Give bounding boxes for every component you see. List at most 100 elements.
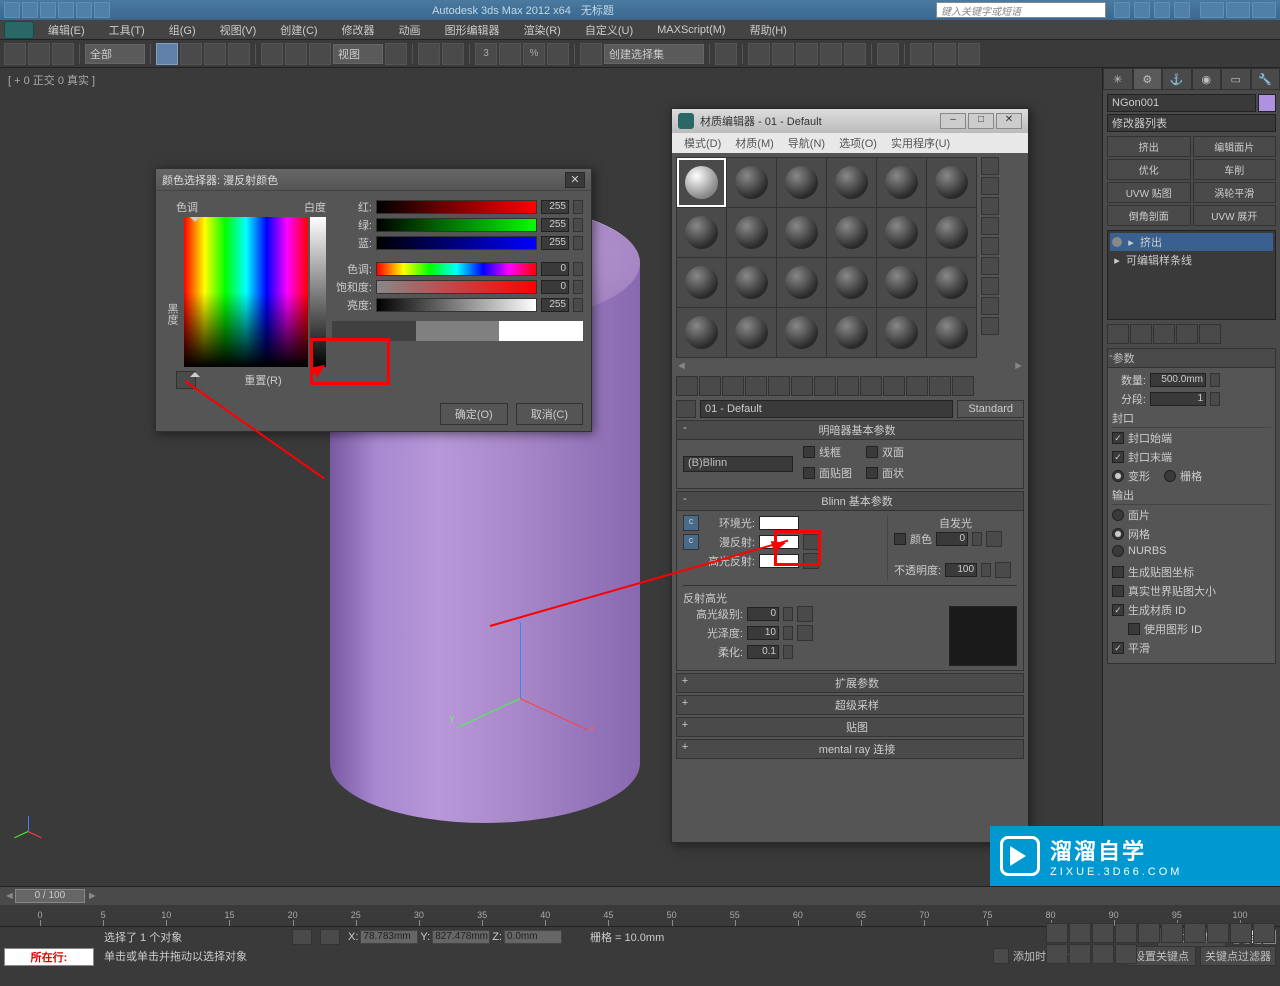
blue-slider[interactable] bbox=[376, 236, 537, 250]
key-mode-icon[interactable] bbox=[1161, 923, 1183, 943]
realworld-checkbox[interactable] bbox=[1112, 585, 1124, 597]
qat-redo-icon[interactable] bbox=[76, 2, 92, 18]
menu-create[interactable]: 创建(C) bbox=[270, 20, 327, 40]
amount-spinner[interactable] bbox=[1210, 373, 1220, 387]
x-coord-field[interactable]: 78.783mm bbox=[360, 930, 418, 944]
hue-value[interactable]: 0 bbox=[541, 262, 569, 276]
ambient-lock-icon[interactable]: c bbox=[683, 515, 699, 531]
edit-named-sel-icon[interactable] bbox=[580, 43, 602, 65]
reset-button[interactable]: 重置(R) bbox=[200, 372, 326, 388]
blinn-rollout-header[interactable]: -Blinn 基本参数 bbox=[676, 491, 1024, 511]
create-tab-icon[interactable]: ✳ bbox=[1103, 68, 1133, 90]
menu-rendering[interactable]: 渲染(R) bbox=[514, 20, 571, 40]
green-value[interactable]: 255 bbox=[541, 218, 569, 232]
assign-icon[interactable] bbox=[722, 376, 744, 396]
menu-modifiers[interactable]: 修改器 bbox=[332, 20, 385, 40]
faceted-checkbox[interactable] bbox=[866, 467, 878, 479]
material-name-combo[interactable]: 01 - Default bbox=[700, 400, 953, 418]
mod-lathe-button[interactable]: 车削 bbox=[1193, 159, 1277, 180]
material-slot[interactable] bbox=[877, 208, 926, 257]
render-setup-icon[interactable] bbox=[910, 43, 932, 65]
material-slot[interactable] bbox=[777, 308, 826, 357]
angle-snap-icon[interactable] bbox=[499, 43, 521, 65]
gloss-value[interactable]: 10 bbox=[747, 626, 779, 640]
link-icon[interactable] bbox=[4, 43, 26, 65]
goto-end-icon[interactable] bbox=[1138, 923, 1160, 943]
amount-value[interactable]: 500.0mm bbox=[1150, 373, 1206, 387]
material-slot[interactable] bbox=[777, 158, 826, 207]
material-editor-icon[interactable] bbox=[877, 43, 899, 65]
nav-zoom-icon[interactable] bbox=[1207, 923, 1229, 943]
graphite-icon[interactable] bbox=[796, 43, 818, 65]
menu-animation[interactable]: 动画 bbox=[389, 20, 431, 40]
qat-undo-icon[interactable] bbox=[58, 2, 74, 18]
select-name-icon[interactable] bbox=[180, 43, 202, 65]
isolate-icon[interactable] bbox=[320, 929, 340, 945]
material-slot[interactable] bbox=[677, 308, 726, 357]
ref-coord-combo[interactable]: 视图 bbox=[333, 44, 383, 64]
show-map-icon[interactable] bbox=[860, 376, 882, 396]
mirror-icon[interactable] bbox=[715, 43, 737, 65]
go-parent-icon[interactable] bbox=[906, 376, 928, 396]
material-slot[interactable] bbox=[827, 158, 876, 207]
display-tab-icon[interactable]: ▭ bbox=[1221, 68, 1251, 90]
material-slot[interactable] bbox=[677, 208, 726, 257]
select-icon[interactable] bbox=[156, 43, 178, 65]
material-slot[interactable] bbox=[927, 308, 976, 357]
material-slot[interactable] bbox=[777, 258, 826, 307]
mat-maximize-icon[interactable]: □ bbox=[968, 113, 994, 129]
lock-selection-icon[interactable] bbox=[292, 929, 312, 945]
menu-tools[interactable]: 工具(T) bbox=[99, 20, 155, 40]
mray-rollout-header[interactable]: +mental ray 连接 bbox=[676, 739, 1024, 759]
segs-spinner[interactable] bbox=[1210, 392, 1220, 406]
speclevel-spinner[interactable] bbox=[783, 607, 793, 621]
motion-tab-icon[interactable]: ◉ bbox=[1192, 68, 1222, 90]
selfillum-map-button[interactable] bbox=[986, 531, 1002, 547]
opacity-map-button[interactable] bbox=[995, 562, 1011, 578]
2sided-checkbox[interactable] bbox=[866, 446, 878, 458]
put-to-scene-icon[interactable] bbox=[699, 376, 721, 396]
specular-map-button[interactable] bbox=[803, 553, 819, 569]
utilities-tab-icon[interactable]: 🔧 bbox=[1251, 68, 1280, 90]
mat-id-icon[interactable] bbox=[837, 376, 859, 396]
manipulate-icon[interactable] bbox=[418, 43, 440, 65]
sample-type-icon[interactable] bbox=[981, 157, 999, 175]
diffuse-lock-icon[interactable]: c bbox=[683, 534, 699, 550]
viewport[interactable]: [ + 0 正交 0 真实 ] z x y 颜色选择器: 漫反射颜色 ✕ 黑度 bbox=[0, 68, 1102, 886]
object-name-field[interactable]: NGon001 bbox=[1107, 94, 1256, 112]
options-icon[interactable] bbox=[981, 277, 999, 295]
stack-item[interactable]: ▸挤出 bbox=[1110, 233, 1273, 251]
video-check-icon[interactable] bbox=[981, 237, 999, 255]
selfillum-value[interactable]: 0 bbox=[936, 532, 968, 546]
qat-open-icon[interactable] bbox=[22, 2, 38, 18]
prev-frame-icon[interactable] bbox=[1069, 923, 1091, 943]
material-slot[interactable] bbox=[777, 208, 826, 257]
star-icon[interactable] bbox=[1154, 2, 1170, 18]
percent-snap-icon[interactable]: % bbox=[523, 43, 545, 65]
material-slot[interactable] bbox=[727, 258, 776, 307]
move-icon[interactable] bbox=[261, 43, 283, 65]
go-sibling-icon[interactable] bbox=[929, 376, 951, 396]
material-slot[interactable] bbox=[877, 158, 926, 207]
cap-start-checkbox[interactable] bbox=[1112, 432, 1124, 444]
material-slot[interactable] bbox=[727, 308, 776, 357]
menu-edit[interactable]: 编辑(E) bbox=[38, 20, 95, 40]
nav-pan-icon[interactable] bbox=[1069, 944, 1091, 964]
background-icon[interactable] bbox=[981, 197, 999, 215]
genmap-checkbox[interactable] bbox=[1112, 566, 1124, 578]
tag-icon[interactable] bbox=[993, 948, 1009, 964]
material-slot[interactable] bbox=[827, 208, 876, 257]
key-icon[interactable] bbox=[1134, 2, 1150, 18]
mat-titlebar[interactable]: 材质编辑器 - 01 - Default – □ ✕ bbox=[672, 109, 1028, 133]
spinner-snap-icon[interactable] bbox=[547, 43, 569, 65]
mat-close-icon[interactable]: ✕ bbox=[996, 113, 1022, 129]
time-slider-handle[interactable]: 0 / 100 bbox=[15, 889, 85, 903]
smooth-checkbox[interactable] bbox=[1112, 642, 1124, 654]
patch-radio[interactable] bbox=[1112, 509, 1124, 521]
red-value[interactable]: 255 bbox=[541, 200, 569, 214]
soften-spinner[interactable] bbox=[783, 645, 793, 659]
red-spinner[interactable] bbox=[573, 200, 583, 214]
go-forward-icon[interactable] bbox=[952, 376, 974, 396]
material-slot[interactable] bbox=[727, 158, 776, 207]
make-copy-icon[interactable] bbox=[768, 376, 790, 396]
